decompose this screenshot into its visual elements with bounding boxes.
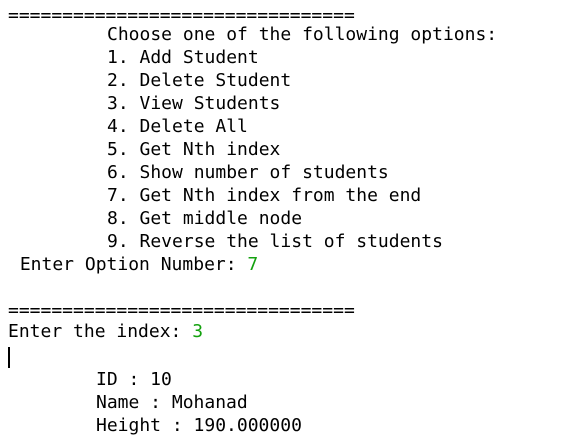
student-height: Height : 190.000000: [96, 415, 302, 436]
index-prompt-line: Enter the index: 3: [8, 320, 203, 343]
menu-item-middle-node: 8. Get middle node: [107, 208, 303, 229]
option-prompt-label: Enter Option Number:: [9, 254, 248, 275]
index-prompt-label: Enter the index:: [8, 321, 193, 342]
menu-item-reverse-list: 9. Reverse the list of students: [107, 231, 443, 252]
separator-line: ================================: [8, 300, 355, 321]
text-cursor: [8, 347, 10, 368]
option-prompt-line: Enter Option Number: 7: [9, 253, 258, 276]
index-input-value: 3: [192, 321, 204, 342]
student-name: Name : Mohanad: [96, 392, 248, 413]
console-window[interactable]: ================================ Choose …: [0, 0, 565, 446]
menu-item-show-number: 6. Show number of students: [107, 162, 389, 183]
student-id: ID : 10: [96, 369, 172, 390]
option-input-value: 7: [247, 254, 259, 275]
menu-item-delete-student: 2. Delete Student: [107, 70, 292, 91]
menu-item-add-student: 1. Add Student: [107, 47, 259, 68]
menu-item-delete-all: 4. Delete All: [107, 116, 248, 137]
menu-prompt: Choose one of the following options:: [107, 24, 498, 45]
menu-item-view-students: 3. View Students: [107, 93, 281, 114]
menu-item-nth-from-end: 7. Get Nth index from the end: [107, 185, 422, 206]
menu-item-get-nth-index: 5. Get Nth index: [107, 139, 281, 160]
